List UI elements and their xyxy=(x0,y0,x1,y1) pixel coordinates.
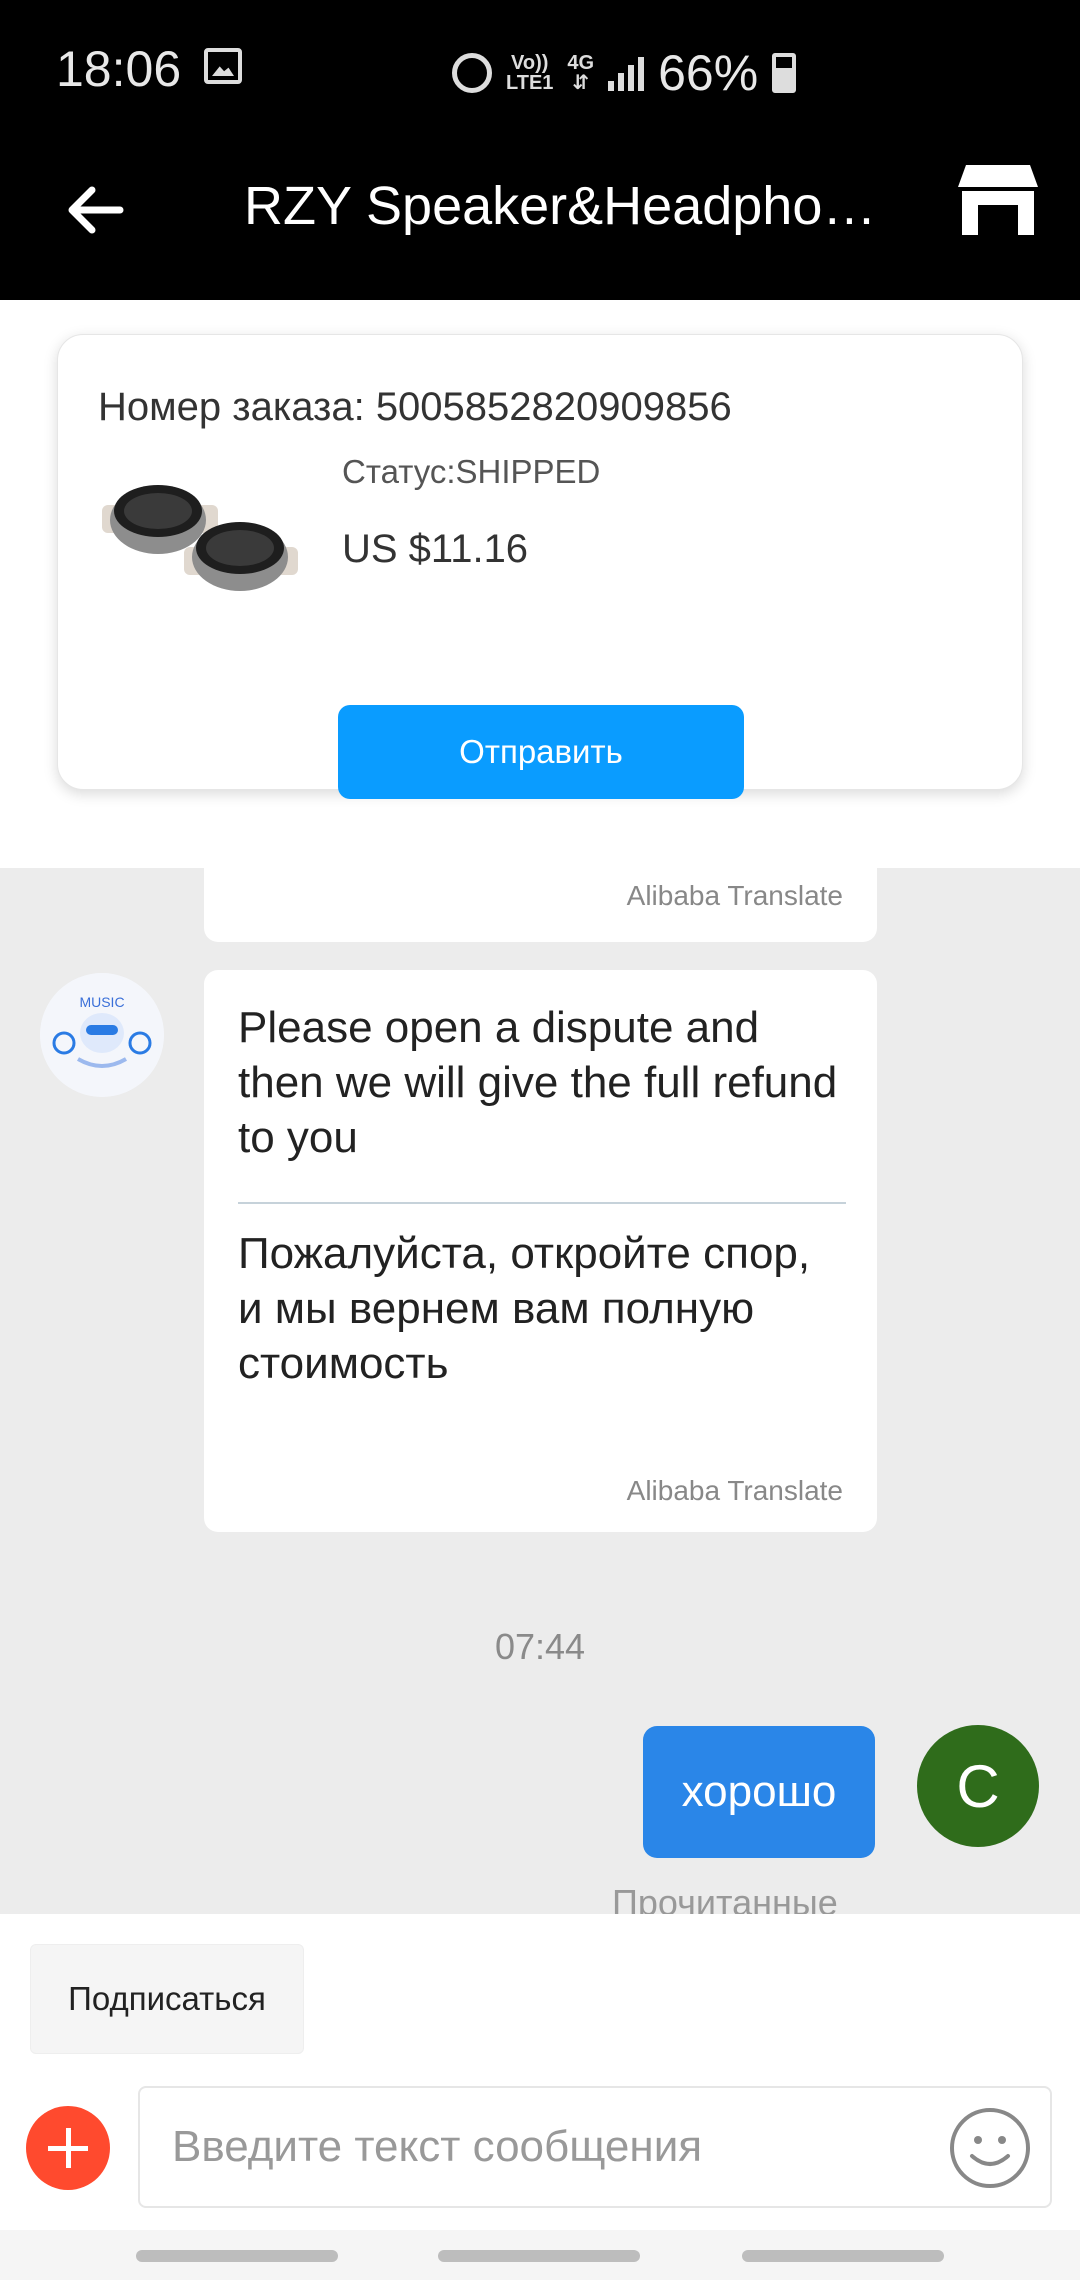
data-arrows-icon: ⇵ xyxy=(572,72,590,94)
composer-area: Подписаться xyxy=(0,1914,1080,2230)
lte-label: LTE1 xyxy=(506,72,554,94)
message-timestamp: 07:44 xyxy=(494,1626,586,1667)
message-bubble-partial: Alibaba Translate xyxy=(204,868,877,942)
chat-area[interactable]: Alibaba Translate MUSIC Please open a di… xyxy=(0,868,1080,1914)
order-price: US $11.16 xyxy=(342,527,529,571)
store-icon[interactable] xyxy=(956,161,1040,239)
network-type-icon: 4G ⇵ xyxy=(567,53,594,93)
nav-home[interactable] xyxy=(438,2250,640,2262)
volte-label: Vo)) xyxy=(511,52,549,74)
nav-back[interactable] xyxy=(742,2250,944,2262)
alarm-icon xyxy=(452,53,492,93)
message-translated: Пожалуйста, откройте спор, и мы вернем в… xyxy=(238,1229,811,1388)
user-avatar[interactable]: С xyxy=(917,1725,1039,1847)
subscribe-button[interactable]: Подписаться xyxy=(30,1944,304,2054)
message-bubble[interactable]: Please open a dispute and then we will g… xyxy=(204,970,877,1532)
nav-recents[interactable] xyxy=(136,2250,338,2262)
order-status: Статус:SHIPPED xyxy=(342,453,601,490)
translation-divider xyxy=(238,1202,846,1204)
status-icons: Vo)) LTE1 4G ⇵ 66% xyxy=(452,44,797,102)
order-number: Номер заказа: 5005852820909856 xyxy=(98,385,732,429)
send-order-button[interactable]: Отправить xyxy=(338,705,744,799)
system-nav-bar xyxy=(0,2230,1080,2280)
store-title: RZY Speaker&Headphone Store xyxy=(244,176,884,236)
translate-credit: Alibaba Translate xyxy=(626,1475,843,1506)
read-status: Прочитанные xyxy=(612,1882,838,1914)
network-label: 4G xyxy=(567,52,595,74)
product-image xyxy=(102,485,298,591)
order-card[interactable]: Номер заказа: 5005852820909856 Статус:SH… xyxy=(57,334,1023,799)
volte-indicator: Vo)) LTE1 xyxy=(506,53,553,93)
app-bar: RZY Speaker&Headphone Store xyxy=(0,135,1080,300)
battery-percent: 66% xyxy=(658,45,759,101)
message-original: Please open a dispute and then we will g… xyxy=(238,1003,838,1162)
status-bar: 18:06 Vo)) LTE1 4G ⇵ 66% xyxy=(0,0,1080,135)
my-message-bubble[interactable]: хорошо xyxy=(643,1726,875,1858)
music-logo-icon: MUSIC xyxy=(40,973,164,1097)
add-attachment-icon[interactable] xyxy=(26,2106,110,2190)
status-time: 18:06 xyxy=(56,41,182,97)
order-area: Номер заказа: 5005852820909856 Статус:SH… xyxy=(0,300,1080,868)
battery-icon xyxy=(772,53,797,93)
gallery-notification-icon xyxy=(204,48,242,84)
shop-avatar[interactable]: MUSIC xyxy=(40,973,164,1097)
music-logo-text: MUSIC xyxy=(79,994,124,1010)
message-input[interactable] xyxy=(138,2086,1052,2208)
emoji-icon[interactable] xyxy=(948,2106,1032,2190)
translate-credit: Alibaba Translate xyxy=(626,880,843,911)
signal-icon xyxy=(608,55,645,91)
back-arrow-icon[interactable] xyxy=(60,175,130,245)
